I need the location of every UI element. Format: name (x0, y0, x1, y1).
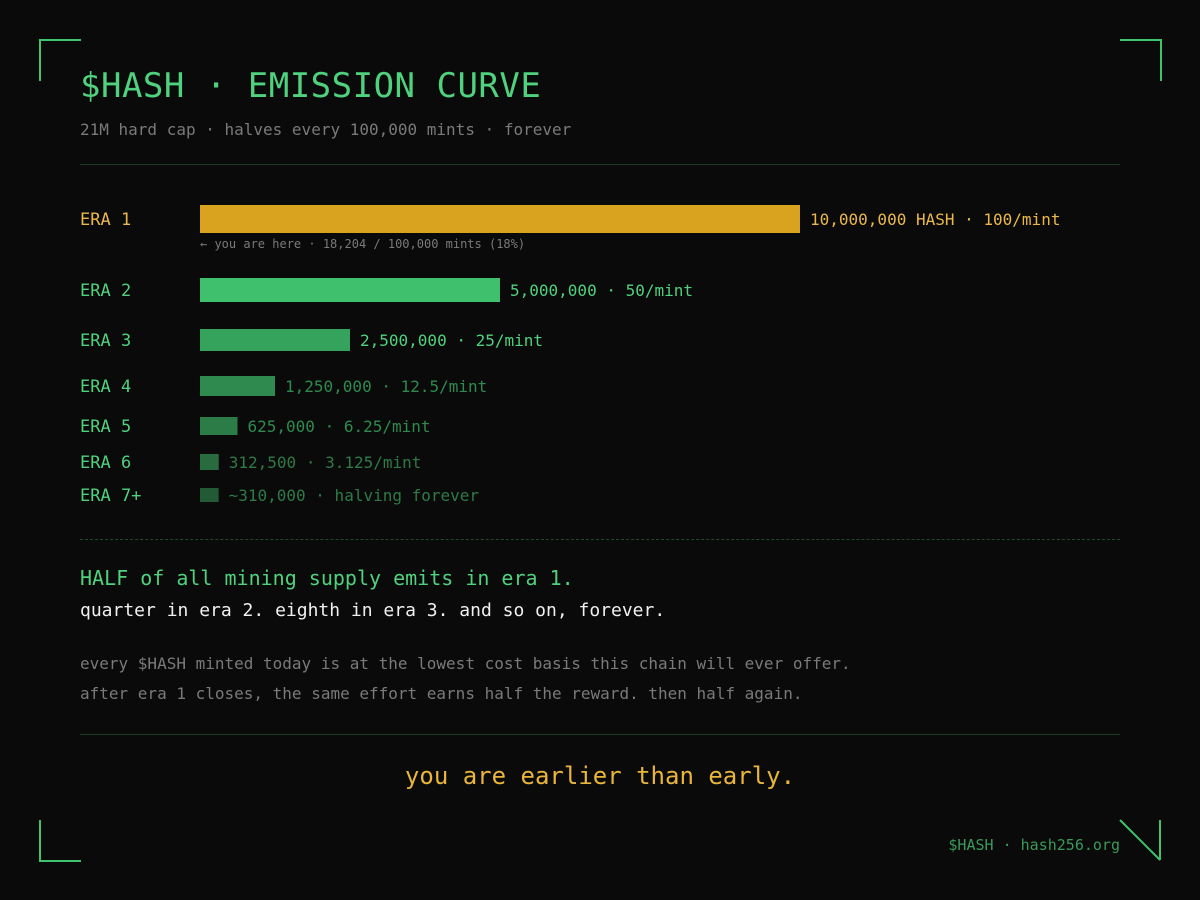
narrative-paragraph-1: every $HASH minted today is at the lowes… (80, 654, 851, 673)
footer-credit: $HASH · hash256.org (948, 836, 1120, 854)
current-era-annotation: ← you are here · 18,204 / 100,000 mints … (200, 237, 525, 251)
era-value-label: 312,500 · 3.125/mint (229, 453, 422, 472)
tagline: you are earlier than early. (404, 762, 796, 790)
era-value-label: ~310,000 · halving forever (229, 486, 480, 505)
era-value-label: 10,000,000 HASH · 100/mint (810, 210, 1060, 229)
era-value-label: 2,500,000 · 25/mint (360, 331, 543, 350)
era-bar (200, 488, 219, 502)
divider-dashed (80, 539, 1120, 540)
narrative-paragraph-2: after era 1 closes, the same effort earn… (80, 684, 803, 703)
era-bar (200, 454, 219, 470)
era-bar (200, 278, 500, 302)
era-value-label: 5,000,000 · 50/mint (510, 281, 693, 300)
era-label: ERA 4 (80, 377, 131, 397)
era-value-label: 625,000 · 6.25/mint (248, 417, 431, 436)
era-label: ERA 5 (80, 417, 131, 437)
corner-bracket-bottom-right (1119, 819, 1161, 861)
era-label: ERA 2 (80, 281, 131, 301)
narrative-headline: HALF of all mining supply emits in era 1… (80, 566, 574, 590)
era-bar (200, 329, 350, 351)
emission-chart: ERA 1 10,000,000 HASH · 100/mint ← you are… (80, 205, 1060, 506)
era-bar (200, 417, 238, 435)
divider-bottom (80, 734, 1120, 735)
era-value-label: 1,250,000 · 12.5/mint (285, 377, 487, 396)
era-label: ERA 7+ (80, 486, 141, 506)
era-bar (200, 205, 800, 233)
narrative-subline: quarter in era 2. eighth in era 3. and s… (80, 600, 666, 621)
era-label: ERA 6 (80, 453, 131, 473)
era-label: ERA 3 (80, 331, 131, 351)
corner-bracket-bottom-left (39, 820, 81, 862)
era-label: ERA 1 (80, 210, 131, 230)
era-bar (200, 376, 275, 396)
